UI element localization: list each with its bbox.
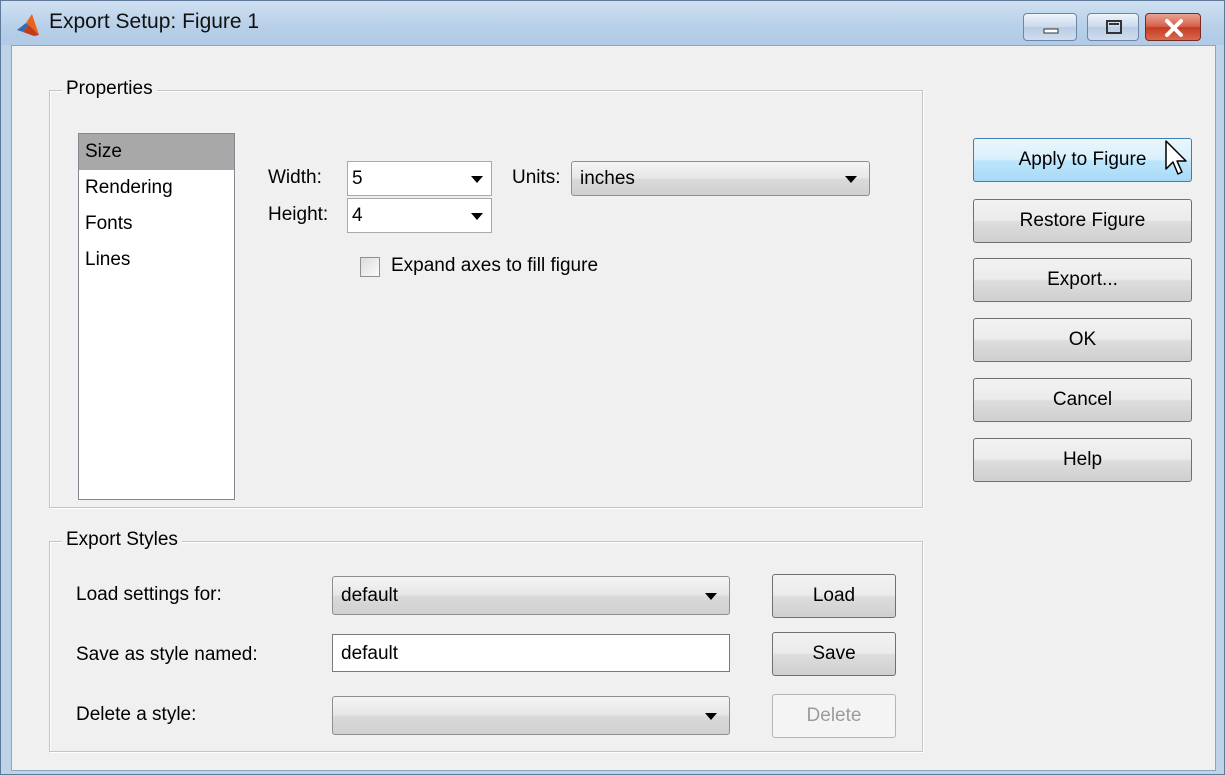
height-value: 4 <box>352 205 363 226</box>
load-button[interactable]: Load <box>772 574 896 618</box>
chevron-down-icon <box>845 176 857 183</box>
export-styles-group-title: Export Styles <box>62 529 182 551</box>
restore-figure-button[interactable]: Restore Figure <box>973 199 1192 243</box>
load-settings-value: default <box>341 585 399 606</box>
minimize-icon <box>1043 28 1059 34</box>
delete-button[interactable]: Delete <box>772 694 896 738</box>
properties-group: Properties Size Rendering Fonts Lines Wi… <box>49 78 923 508</box>
height-combo[interactable]: 4 <box>347 198 492 233</box>
help-button[interactable]: Help <box>973 438 1192 482</box>
list-item-lines[interactable]: Lines <box>79 242 234 278</box>
export-button[interactable]: Export... <box>973 258 1192 302</box>
width-value: 5 <box>352 168 363 189</box>
properties-group-title: Properties <box>62 78 157 100</box>
style-name-input[interactable]: default <box>332 634 730 672</box>
minimize-button[interactable] <box>1023 13 1077 41</box>
width-label: Width: <box>268 167 322 188</box>
chevron-down-icon <box>471 176 483 183</box>
close-icon <box>1165 19 1183 37</box>
height-label: Height: <box>268 204 329 225</box>
chevron-down-icon <box>705 713 717 720</box>
units-dropdown[interactable]: inches <box>571 161 870 196</box>
expand-axes-checkbox[interactable] <box>360 257 380 277</box>
units-label: Units: <box>512 167 561 188</box>
cancel-button[interactable]: Cancel <box>973 378 1192 422</box>
style-name-value: default <box>341 643 399 664</box>
load-settings-label: Load settings for: <box>76 584 222 605</box>
chevron-down-icon <box>471 213 483 220</box>
save-button[interactable]: Save <box>772 632 896 676</box>
mouse-pointer-icon <box>1165 140 1187 175</box>
delete-style-label: Delete a style: <box>76 704 197 725</box>
close-button[interactable] <box>1145 13 1201 41</box>
list-item-size[interactable]: Size <box>79 134 234 170</box>
expand-axes-label[interactable]: Expand axes to fill figure <box>391 255 598 277</box>
export-styles-group: Export Styles Load settings for: default… <box>49 529 923 752</box>
units-value: inches <box>580 168 635 189</box>
save-style-label: Save as style named: <box>76 644 258 665</box>
width-combo[interactable]: 5 <box>347 161 492 196</box>
title-bar[interactable]: Export Setup: Figure 1 <box>1 1 1224 45</box>
delete-style-dropdown[interactable] <box>332 696 730 735</box>
matlab-logo-icon <box>17 14 39 36</box>
ok-button[interactable]: OK <box>973 318 1192 362</box>
window-title: Export Setup: Figure 1 <box>49 10 260 33</box>
dialog-body: Properties Size Rendering Fonts Lines Wi… <box>11 45 1216 771</box>
apply-to-figure-button[interactable]: Apply to Figure <box>973 138 1192 182</box>
list-item-rendering[interactable]: Rendering <box>79 170 234 206</box>
maximize-icon <box>1106 20 1122 34</box>
maximize-button[interactable] <box>1087 13 1139 41</box>
chevron-down-icon <box>705 593 717 600</box>
properties-list[interactable]: Size Rendering Fonts Lines <box>78 133 235 500</box>
load-settings-dropdown[interactable]: default <box>332 576 730 615</box>
list-item-fonts[interactable]: Fonts <box>79 206 234 242</box>
export-setup-window: Export Setup: Figure 1 Properties Size R… <box>0 0 1225 775</box>
